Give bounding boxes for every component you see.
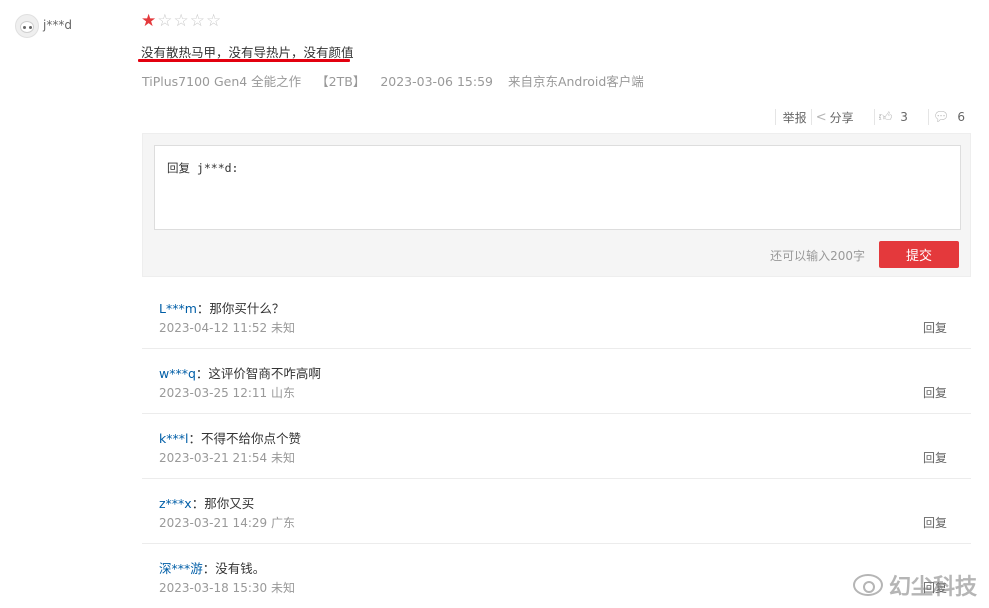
like-button[interactable]: 👍︎ 3 xyxy=(873,109,912,125)
panda-face-icon xyxy=(20,21,34,33)
reply-text: ：那你买什么？ xyxy=(196,301,285,316)
reply-user[interactable]: w***q xyxy=(159,366,196,381)
reply-location: 未知 xyxy=(270,451,295,465)
reply-button[interactable]: 回复 xyxy=(923,514,947,531)
weibo-watermark: 幻尘科技 xyxy=(852,569,977,601)
reply-user[interactable]: z***x xyxy=(159,496,192,511)
reply-text: ：那你又买 xyxy=(191,496,255,511)
star-rating: ★ ☆ ☆ ☆ ☆ xyxy=(141,12,221,30)
reply-location: 未知 xyxy=(270,581,295,595)
reply-user[interactable]: 深***游 xyxy=(159,561,203,576)
reply-textarea[interactable]: 回复 j***d: xyxy=(154,145,961,230)
reply-datetime: 2023-03-21 14:29 xyxy=(159,516,268,530)
report-label: 举报 xyxy=(782,110,807,125)
star-empty-icon: ☆ xyxy=(206,11,222,31)
review-datetime: 2023-03-06 15:59 xyxy=(380,74,493,89)
share-icon: < xyxy=(815,109,827,125)
reply-text: ：不得不给你点个赞 xyxy=(188,431,301,446)
list-item: k***l：不得不给你点个赞 2023-03-21 21:54 未知 回复 xyxy=(142,414,971,479)
weibo-logo-icon xyxy=(852,574,883,596)
red-underline-annotation xyxy=(138,59,350,62)
star-empty-icon: ☆ xyxy=(157,11,173,31)
reply-location: 未知 xyxy=(270,321,295,335)
reply-button[interactable]: 回复 xyxy=(923,319,947,336)
remaining-chars: 还可以输入200字 xyxy=(770,249,865,263)
like-count: 3 xyxy=(900,110,908,124)
list-item: 深***游：没有钱。 2023-03-18 15:30 未知 回复 xyxy=(142,544,971,608)
reply-datetime: 2023-03-18 15:30 xyxy=(159,581,268,595)
product-name: TiPlus7100 Gen4 全能之作 xyxy=(142,74,302,89)
list-item: L***m：那你买什么？ 2023-04-12 11:52 未知 回复 xyxy=(142,284,971,349)
list-item: w***q：这评价智商不咋高啊 2023-03-25 12:11 山东 回复 xyxy=(142,349,971,414)
review-source: 来自京东Android客户端 xyxy=(507,74,644,89)
comment-count: 6 xyxy=(957,110,965,124)
reply-form: 回复 j***d: 还可以输入200字 提交 xyxy=(142,133,971,277)
reply-button[interactable]: 回复 xyxy=(923,384,947,401)
reply-datetime: 2023-03-25 12:11 xyxy=(159,386,268,400)
reviewer-name[interactable]: j***d xyxy=(43,18,72,32)
reply-button[interactable]: 回复 xyxy=(923,449,947,466)
submit-button[interactable]: 提交 xyxy=(879,241,959,268)
report-button[interactable]: 举报 xyxy=(774,109,811,125)
share-label: 分享 xyxy=(829,110,854,125)
reply-location: 广东 xyxy=(270,516,295,530)
reply-location: 山东 xyxy=(270,386,295,400)
star-filled-icon: ★ xyxy=(141,11,157,31)
comment-button[interactable]: 💬︎ 6 xyxy=(927,109,969,125)
reply-user[interactable]: L***m xyxy=(159,301,197,316)
watermark-text: 幻尘科技 xyxy=(888,575,977,600)
share-button[interactable]: < 分享 xyxy=(810,109,858,125)
reply-user[interactable]: k***l xyxy=(159,431,188,446)
thumbs-up-icon: 👍︎ xyxy=(878,109,893,125)
list-item: z***x：那你又买 2023-03-21 14:29 广东 回复 xyxy=(142,479,971,544)
star-empty-icon: ☆ xyxy=(173,11,189,31)
reply-datetime: 2023-03-21 21:54 xyxy=(159,451,268,465)
comment-bubble-icon: 💬︎ xyxy=(932,109,950,125)
review-meta: TiPlus7100 Gen4 全能之作 【2TB】 2023-03-06 15… xyxy=(142,71,655,90)
product-capacity: 【2TB】 xyxy=(316,74,366,89)
reply-text: ：这评价智商不咋高啊 xyxy=(195,366,321,381)
reply-list: L***m：那你买什么？ 2023-04-12 11:52 未知 回复 w***… xyxy=(142,284,971,608)
avatar[interactable] xyxy=(15,14,39,38)
reply-text: ：没有钱。 xyxy=(202,561,266,576)
review-actions: 举报 < 分享 👍︎ 3 💬︎ 6 xyxy=(774,109,969,125)
star-empty-icon: ☆ xyxy=(189,11,205,31)
reply-datetime: 2023-04-12 11:52 xyxy=(159,321,268,335)
